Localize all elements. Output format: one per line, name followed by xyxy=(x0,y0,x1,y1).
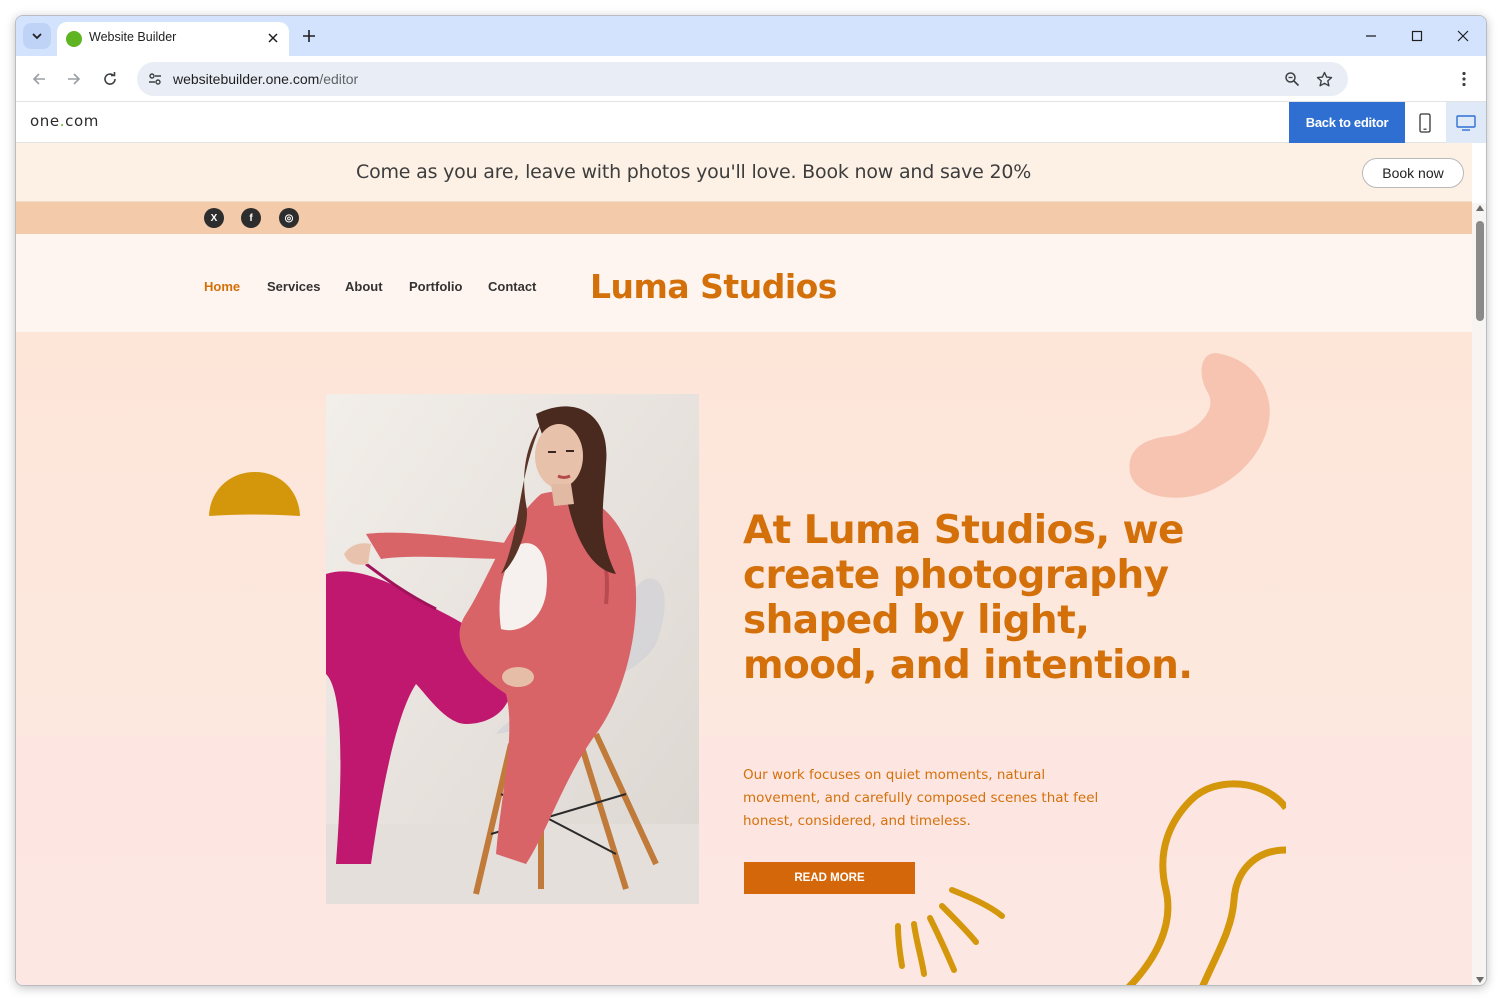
tab-strip: Website Builder xyxy=(16,16,1486,56)
read-more-button[interactable]: READ MORE xyxy=(744,862,915,894)
reload-icon xyxy=(104,72,116,85)
desktop-preview-button[interactable] xyxy=(1446,102,1486,143)
mobile-preview-button[interactable] xyxy=(1405,102,1445,143)
hero-section: At Luma Studios, we create photography s… xyxy=(16,332,1472,985)
editor-preview-bar: one.com Back to editor xyxy=(16,102,1486,143)
scroll-down-icon[interactable] xyxy=(1476,977,1484,983)
brand-tld: com xyxy=(65,112,99,130)
zoom-button[interactable] xyxy=(1283,70,1301,88)
url-text: websitebuilder.one.com/editor xyxy=(173,71,358,87)
wave-lines-decoration xyxy=(1125,780,1286,985)
close-window-button[interactable] xyxy=(1451,24,1475,48)
tab-title: Website Builder xyxy=(89,30,177,44)
social-bar: X f ◎ xyxy=(16,202,1472,234)
brand-main: one xyxy=(30,112,60,130)
chevron-down-icon xyxy=(32,33,42,40)
nav-about[interactable]: About xyxy=(345,279,383,294)
browser-menu-button[interactable] xyxy=(1452,67,1476,91)
browser-toolbar: websitebuilder.one.com/editor xyxy=(16,56,1486,102)
kebab-menu-icon xyxy=(1462,71,1466,87)
rays-decoration xyxy=(895,887,1005,977)
maximize-icon xyxy=(1411,30,1423,42)
arrow-left-icon xyxy=(32,73,45,85)
minimize-button[interactable] xyxy=(1359,24,1383,48)
forward-button[interactable] xyxy=(62,67,86,91)
site-favicon-icon xyxy=(66,31,82,47)
maximize-button[interactable] xyxy=(1405,24,1429,48)
site-header: Home Services About Portfolio Contact Lu… xyxy=(16,234,1472,332)
url-host: websitebuilder.one.com xyxy=(173,71,320,87)
x-icon[interactable]: X xyxy=(204,208,224,228)
half-circle-decoration xyxy=(209,472,300,516)
site-settings-icon[interactable] xyxy=(146,70,164,88)
scroll-up-icon[interactable] xyxy=(1476,205,1484,211)
hero-description: Our work focuses on quiet moments, natur… xyxy=(743,767,1099,829)
blob-decoration xyxy=(1129,353,1270,498)
reload-button[interactable] xyxy=(98,67,122,91)
close-icon xyxy=(1457,30,1469,42)
facebook-icon[interactable]: f xyxy=(241,208,261,228)
url-path: /editor xyxy=(319,71,359,87)
onecom-logo[interactable]: one.com xyxy=(30,112,99,130)
nav-home[interactable]: Home xyxy=(204,279,240,294)
desktop-icon xyxy=(1456,114,1476,131)
address-bar[interactable]: websitebuilder.one.com/editor xyxy=(137,62,1348,96)
promo-banner: Come as you are, leave with photos you'l… xyxy=(16,143,1472,202)
nav-portfolio[interactable]: Portfolio xyxy=(409,279,462,294)
browser-window: Website Builder websitebuilder.one.com/e… xyxy=(15,15,1487,986)
model-photo-image xyxy=(326,394,699,904)
arrow-right-icon xyxy=(68,73,81,85)
hero-title: At Luma Studios, we create photography s… xyxy=(743,508,1193,688)
back-to-editor-button[interactable]: Back to editor xyxy=(1289,102,1405,143)
zoom-icon xyxy=(1285,72,1300,87)
close-icon xyxy=(268,33,278,43)
star-icon xyxy=(1316,71,1332,86)
tab-search-button[interactable] xyxy=(23,23,51,49)
new-tab-button[interactable] xyxy=(298,25,320,47)
nav-services[interactable]: Services xyxy=(267,279,321,294)
minimize-icon xyxy=(1366,35,1376,37)
nav-contact[interactable]: Contact xyxy=(488,279,536,294)
scroll-thumb[interactable] xyxy=(1476,221,1484,321)
page-scrollbar[interactable] xyxy=(1472,203,1486,985)
instagram-icon[interactable]: ◎ xyxy=(279,208,299,228)
back-button[interactable] xyxy=(27,67,51,91)
plus-icon xyxy=(303,30,315,42)
bookmark-button[interactable] xyxy=(1315,70,1333,88)
website-preview: Come as you are, leave with photos you'l… xyxy=(16,143,1472,985)
hero-photo xyxy=(326,394,699,904)
promo-text: Come as you are, leave with photos you'l… xyxy=(356,161,1032,183)
mobile-icon xyxy=(1419,112,1431,133)
site-logo[interactable]: Luma Studios xyxy=(590,267,837,306)
tab-close-button[interactable] xyxy=(265,30,281,46)
book-now-button[interactable]: Book now xyxy=(1362,158,1464,188)
browser-tab[interactable]: Website Builder xyxy=(57,22,289,56)
